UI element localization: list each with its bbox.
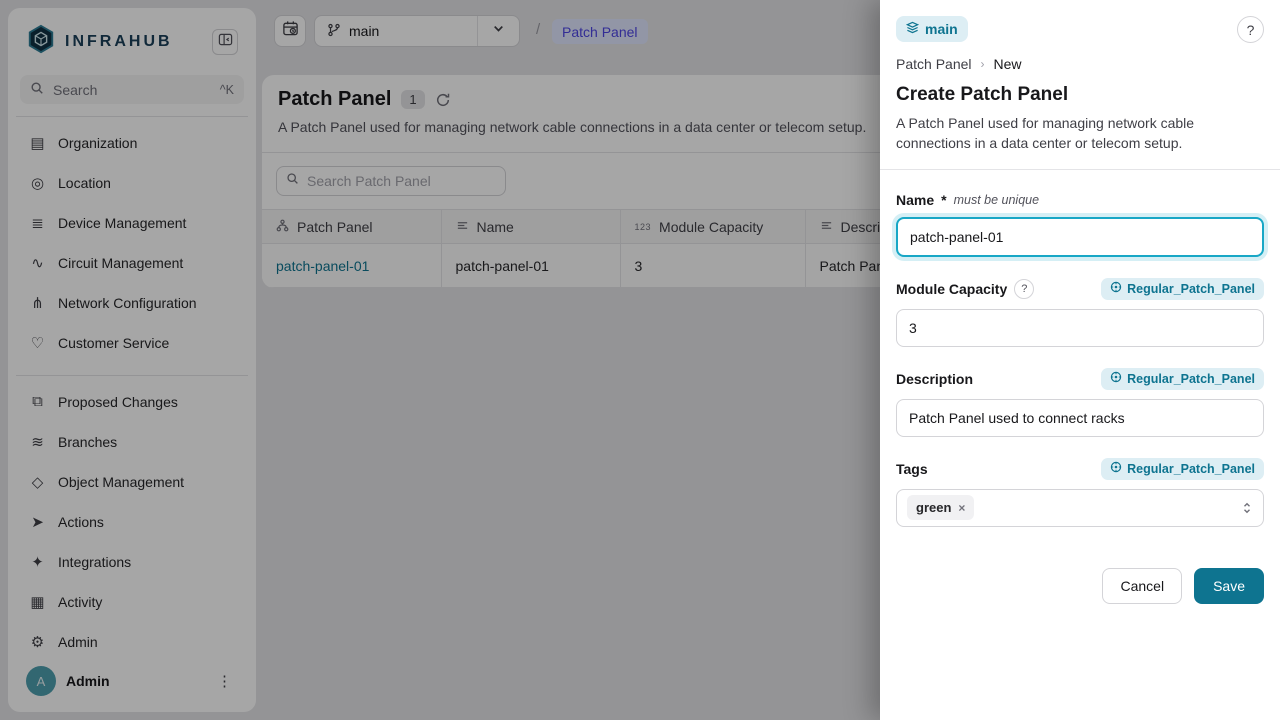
save-button[interactable]: Save	[1194, 568, 1264, 604]
schema-badge[interactable]: Regular_Patch_Panel	[1101, 368, 1264, 390]
help-button[interactable]: ?	[1237, 16, 1264, 43]
branch-badge-label: main	[925, 21, 958, 37]
drawer-breadcrumb: Patch Panel › New	[896, 56, 1264, 72]
field-name: Name * must be unique	[896, 192, 1264, 257]
required-marker: *	[941, 192, 946, 208]
tag-chip-green: green ×	[907, 495, 974, 520]
field-label: Module Capacity	[896, 281, 1007, 297]
tags-multiselect[interactable]: green ×	[896, 489, 1264, 527]
chevron-right-icon: ›	[981, 57, 985, 71]
module-capacity-input[interactable]	[896, 309, 1264, 347]
schema-badge[interactable]: Regular_Patch_Panel	[1101, 278, 1264, 300]
field-label: Name	[896, 192, 934, 208]
create-form: Name * must be unique Module Capacity ?	[896, 192, 1264, 604]
branch-badge: main	[896, 16, 968, 42]
cancel-button[interactable]: Cancel	[1102, 568, 1182, 604]
form-actions: Cancel Save	[896, 568, 1264, 604]
tag-chip-label: green	[916, 500, 951, 515]
breadcrumb-current: New	[994, 56, 1022, 72]
schema-badge[interactable]: Regular_Patch_Panel	[1101, 458, 1264, 480]
field-name-label-row: Name * must be unique	[896, 192, 1264, 208]
remove-tag-icon[interactable]: ×	[958, 501, 965, 515]
field-hint: must be unique	[954, 193, 1039, 207]
schema-badge-label: Regular_Patch_Panel	[1127, 372, 1255, 386]
schema-icon	[1110, 461, 1122, 476]
field-help-icon[interactable]: ?	[1014, 279, 1034, 299]
infrahub-app: INFRAHUB Search ^K	[0, 0, 1280, 720]
drawer-description: A Patch Panel used for managing network …	[896, 113, 1264, 154]
field-description: Description Regular_Patch_Panel	[896, 368, 1264, 437]
unfold-more-icon	[1241, 502, 1253, 514]
field-tags-label-row: Tags Regular_Patch_Panel	[896, 458, 1264, 480]
schema-badge-label: Regular_Patch_Panel	[1127, 462, 1255, 476]
layers-icon	[906, 21, 919, 37]
divider	[880, 169, 1280, 170]
field-module-capacity-label-row: Module Capacity ? Regular_Patch_Panel	[896, 278, 1264, 300]
drawer-title: Create Patch Panel	[896, 84, 1264, 106]
schema-icon	[1110, 371, 1122, 386]
schema-badge-label: Regular_Patch_Panel	[1127, 282, 1255, 296]
name-input[interactable]	[896, 217, 1264, 257]
field-module-capacity: Module Capacity ? Regular_Patch_Panel	[896, 278, 1264, 347]
field-label: Tags	[896, 461, 928, 477]
field-label: Description	[896, 371, 973, 387]
schema-icon	[1110, 281, 1122, 296]
breadcrumb-parent[interactable]: Patch Panel	[896, 56, 972, 72]
drawer-top-row: main ?	[896, 16, 1264, 43]
field-tags: Tags Regular_Patch_Panel	[896, 458, 1264, 527]
description-input[interactable]	[896, 399, 1264, 437]
create-patch-panel-drawer: main ? Patch Panel › New Create Patch Pa…	[880, 0, 1280, 720]
field-description-label-row: Description Regular_Patch_Panel	[896, 368, 1264, 390]
